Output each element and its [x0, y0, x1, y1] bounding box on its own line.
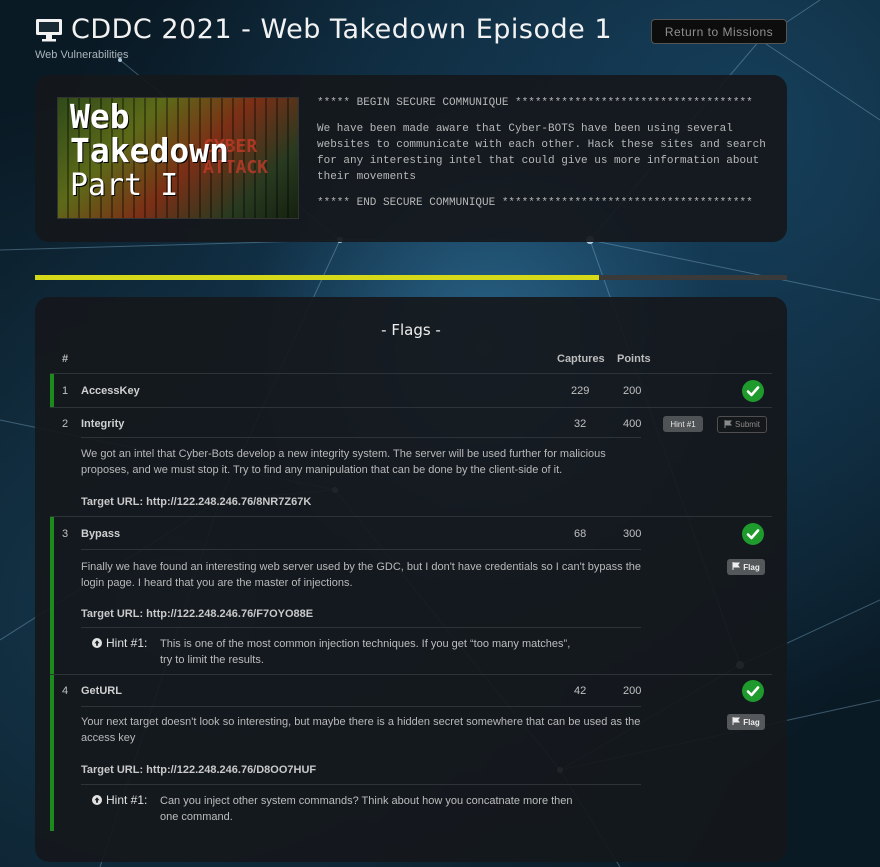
divider — [81, 706, 641, 707]
flag-captures: 32 — [574, 418, 587, 430]
page-header: CDDC 2021 - Web Takedown Episode 1 Web V… — [35, 10, 787, 61]
col-header-num: # — [62, 353, 69, 365]
divider — [81, 549, 641, 550]
flag-button-label: Flag — [743, 562, 760, 572]
divider — [50, 674, 772, 675]
mission-progress-bar — [35, 275, 787, 280]
monitor-icon — [35, 17, 63, 43]
flag-num: 3 — [62, 528, 69, 540]
progress-fill — [35, 275, 599, 280]
arrow-up-circle-icon — [92, 638, 102, 648]
hint-label: Hint #1: — [106, 636, 148, 650]
flag-button[interactable]: Flag — [727, 559, 765, 575]
hint-button[interactable]: Hint #1 — [663, 416, 703, 432]
divider — [50, 516, 772, 517]
flag-points: 200 — [623, 685, 642, 697]
hint-label: Hint #1: — [106, 793, 148, 807]
page-title-text: CDDC 2021 - Web Takedown Episode 1 — [71, 14, 613, 45]
col-header-captures: Captures — [557, 353, 605, 365]
page-subtitle: Web Vulnerabilities — [35, 49, 129, 61]
solved-check-icon — [742, 680, 764, 702]
solved-stripe — [50, 675, 54, 831]
flag-name-accesskey[interactable]: AccessKey — [81, 385, 140, 397]
flag-points: 300 — [623, 528, 642, 540]
flag-button-label: Flag — [743, 717, 760, 727]
return-to-missions-button[interactable]: Return to Missions — [651, 19, 787, 44]
solved-check-icon — [742, 380, 764, 402]
col-header-points: Points — [617, 353, 651, 365]
communique-end: ***** END SECURE COMMUNIQUE ************… — [317, 197, 753, 209]
flag-icon — [732, 717, 741, 727]
solved-stripe — [50, 517, 54, 674]
flag-captures: 68 — [574, 528, 587, 540]
flags-panel: - Flags - # Captures Points 1 AccessKey … — [35, 297, 787, 862]
flag-captures: 42 — [574, 685, 587, 697]
mission-banner-image: CYBER ATTACK Web Takedown Part I — [57, 97, 299, 219]
target-url: Target URL: http://122.248.246.76/F7OYO8… — [81, 608, 314, 620]
secure-communique: ***** BEGIN SECURE COMMUNIQUE **********… — [317, 95, 777, 221]
hint-toggle[interactable]: Hint #1: — [92, 636, 147, 650]
mission-intro-panel: CYBER ATTACK Web Takedown Part I ***** B… — [35, 75, 787, 242]
banner-title: Web Takedown — [70, 100, 229, 168]
divider — [50, 407, 772, 408]
divider — [50, 373, 772, 374]
flag-icon — [724, 419, 733, 430]
banner-line-1: Web — [70, 97, 130, 136]
flag-points: 200 — [623, 385, 642, 397]
flag-button[interactable]: Flag — [727, 714, 765, 730]
divider — [81, 437, 641, 438]
hint-toggle[interactable]: Hint #1: — [92, 793, 147, 807]
flag-num: 2 — [62, 418, 69, 430]
flag-name-integrity[interactable]: Integrity — [81, 418, 124, 430]
target-url: Target URL: http://122.248.246.76/8NR7Z6… — [81, 496, 312, 508]
divider — [81, 627, 641, 628]
flags-title: - Flags - — [381, 321, 441, 339]
communique-body: We have been made aware that Cyber-BOTS … — [317, 123, 766, 183]
banner-part: Part I — [70, 168, 179, 203]
communique-begin: ***** BEGIN SECURE COMMUNIQUE **********… — [317, 97, 753, 109]
flag-name-bypass[interactable]: Bypass — [81, 528, 120, 540]
flag-icon — [732, 562, 741, 572]
submit-button[interactable]: Submit — [717, 416, 767, 433]
submit-button-label: Submit — [735, 420, 760, 429]
solved-stripe — [50, 374, 54, 407]
hint-text: Can you inject other system commands? Th… — [160, 795, 573, 823]
flag-num: 1 — [62, 385, 69, 397]
banner-line-2: Takedown — [70, 131, 229, 170]
flag-description: We got an intel that Cyber-Bots develop … — [81, 448, 606, 476]
flag-description: Your next target doesn't look so interes… — [81, 716, 641, 744]
flag-num: 4 — [62, 685, 69, 697]
arrow-up-circle-icon — [92, 795, 102, 805]
flag-description: Finally we have found an interesting web… — [81, 561, 642, 589]
hint-text: This is one of the most common injection… — [160, 638, 571, 666]
target-url: Target URL: http://122.248.246.76/D8OO7H… — [81, 764, 317, 776]
flag-points: 400 — [623, 418, 642, 430]
flag-name-geturl[interactable]: GetURL — [81, 685, 122, 697]
page-title: CDDC 2021 - Web Takedown Episode 1 — [35, 14, 612, 45]
divider — [81, 784, 641, 785]
solved-check-icon — [742, 523, 764, 545]
flag-captures: 229 — [571, 385, 590, 397]
